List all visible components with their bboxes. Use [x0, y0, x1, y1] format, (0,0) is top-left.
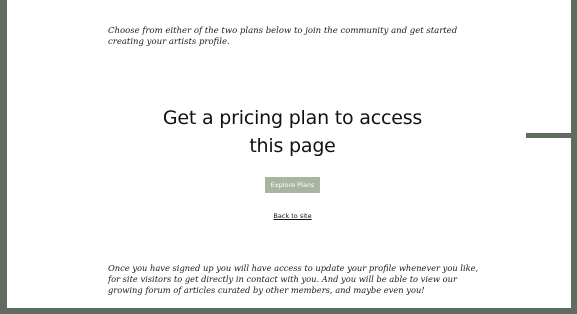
outro-line: Once you have signed up you will have ac…	[108, 263, 479, 273]
explore-plans-button[interactable]: Explore Plans	[265, 177, 320, 193]
outro-line: growing forum of articles curated by oth…	[108, 285, 425, 295]
back-to-site-link[interactable]: Back to site	[250, 212, 335, 221]
intro-text: Choose from either of the two plans belo…	[108, 26, 468, 48]
intro-line: creating your artists profile.	[108, 37, 230, 47]
intro-line: Choose from either of the two plans belo…	[108, 26, 458, 36]
heading-line: this page	[249, 135, 336, 157]
pricing-heading: Get a pricing plan to access this page	[150, 104, 435, 160]
heading-line: Get a pricing plan to access	[162, 107, 423, 129]
accent-bar	[526, 133, 577, 138]
outro-text: Once you have signed up you will have ac…	[108, 263, 493, 296]
outro-line: for site visitors to get directly in con…	[108, 274, 457, 284]
